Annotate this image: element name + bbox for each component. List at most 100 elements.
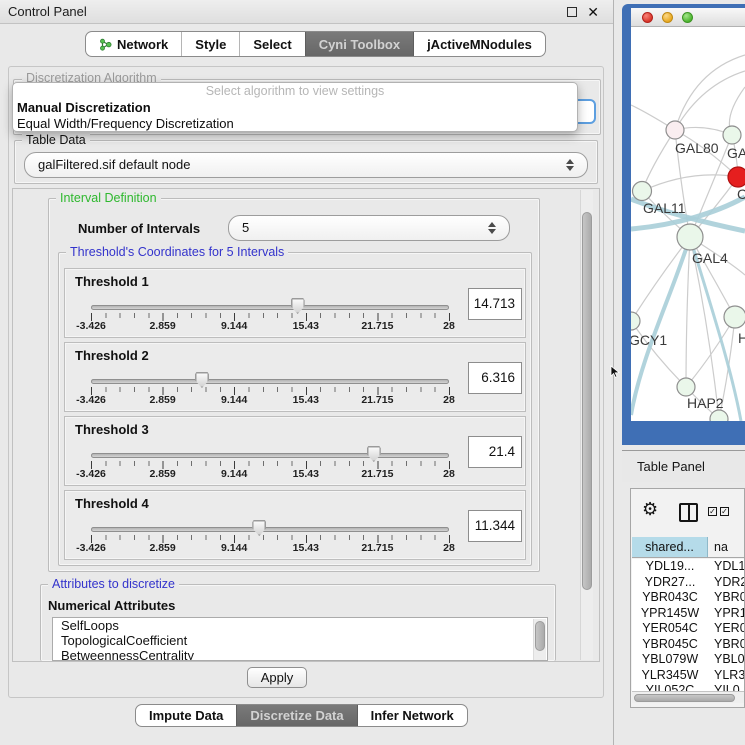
table-row[interactable]: YIL052CYIL0 [632,683,745,691]
slider-thumb[interactable] [252,520,266,536]
threshold-value-field[interactable]: 11.344 [468,510,522,542]
threshold-value-field[interactable]: 21.4 [468,436,522,468]
tab-discretize-data[interactable]: Discretize Data [236,705,356,726]
table-panel-titlebar: Table Panel [622,450,745,482]
table-panel-title: Table Panel [637,451,705,483]
column-header-shared[interactable]: shared... [632,537,708,557]
cell-shared-name: YDL19... [632,559,708,575]
tab-impute-data[interactable]: Impute Data [136,705,236,726]
threshold-label: Threshold 3 [75,422,149,437]
network-edge [642,130,675,191]
mouse-cursor [610,365,620,379]
node-label: H [738,330,745,346]
gal80-node[interactable] [666,121,684,139]
table-data-combo[interactable]: galFiltered.sif default node [24,152,588,178]
tick-label: 2.859 [133,394,193,406]
gal4-node[interactable] [677,224,703,250]
tick-label: 9.144 [204,542,264,554]
split-view-icon[interactable] [679,503,698,522]
close-traffic-light-icon[interactable] [642,12,653,23]
h-node[interactable] [724,306,745,328]
tick-label: 28 [419,468,479,480]
slider-thumb[interactable] [195,372,209,388]
table-row[interactable]: YDR27...YDR2 [632,575,745,591]
control-panel-titlebar: Control Panel ✕ [0,0,613,24]
checkbox-pair-icon[interactable]: ✓✓ [708,507,729,516]
list-item[interactable]: TopologicalCoefficient [53,633,547,648]
list-item[interactable]: BetweennessCentrality [53,648,547,661]
threshold-value-field[interactable]: 6.316 [468,362,522,394]
tab-infer-network[interactable]: Infer Network [357,705,467,726]
slider-track[interactable] [91,527,449,532]
tab-network[interactable]: Network [86,32,181,56]
settings-scrollbar[interactable] [580,190,593,660]
cell-shared-name: YDR27... [632,575,708,591]
cell-shared-name: YBR043C [632,590,708,606]
column-header-name[interactable]: na [708,537,745,557]
table-row[interactable]: YER054CYER0 [632,621,745,637]
tick-label: -3.426 [61,394,121,406]
table-row[interactable]: YDL19...YDL1 [632,559,745,575]
slider-thumb[interactable] [291,298,305,314]
network-window-titlebar [631,8,745,27]
edge-node[interactable] [710,410,728,421]
tab-label: Network [117,33,168,56]
tab-label: jActiveMNodules [427,33,532,56]
hap2-node[interactable] [677,378,695,396]
table-row[interactable]: YLR345WYLR3 [632,668,745,684]
cell-name: YDL1 [708,559,745,575]
table-row[interactable]: YPR145WYPR1 [632,606,745,622]
bottom-tab-bar: Impute DataDiscretize DataInfer Network [135,704,468,727]
tick-label: 21.715 [347,394,407,406]
cell-name: YBR0 [708,590,745,606]
network-view-window: GAL80GACGAL11GAL4GCY1HHAP2 [622,4,745,445]
tab-select[interactable]: Select [239,32,304,56]
close-icon[interactable]: ✕ [587,2,599,22]
cell-name: YDR2 [708,575,745,591]
red-node[interactable] [728,167,745,187]
combo-arrows-icon [488,219,497,237]
tick-label: 28 [419,542,479,554]
numerical-attributes-label: Numerical Attributes [48,598,175,613]
cell-shared-name: YER054C [632,621,708,637]
dropdown-option[interactable]: Manual Discretization [13,100,577,116]
float-window-icon[interactable] [567,7,577,17]
zoom-traffic-light-icon[interactable] [682,12,693,23]
tab-jactivemnodules[interactable]: jActiveMNodules [413,32,545,56]
tick-label: 9.144 [204,320,264,332]
minimize-traffic-light-icon[interactable] [662,12,673,23]
tab-style[interactable]: Style [181,32,239,56]
number-of-intervals-label: Number of Intervals [78,216,200,242]
gcy1-node[interactable] [631,312,640,330]
network-edge [642,175,738,191]
dropdown-option[interactable]: Equal Width/Frequency Discretization [13,116,577,132]
table-hscrollbar[interactable] [632,691,745,703]
slider-track[interactable] [91,379,449,384]
table-row[interactable]: YBL079WYBL0 [632,652,745,668]
apply-button[interactable]: Apply [247,667,307,688]
slider-thumb[interactable] [367,446,381,462]
number-of-intervals-combo[interactable]: 5 [228,215,510,241]
gear-icon[interactable]: ⚙ [642,499,658,520]
node-label: GAL11 [643,200,686,216]
attributes-scrollbar[interactable] [533,619,546,661]
network-graph: GAL80GACGAL11GAL4GCY1HHAP2 [631,27,745,421]
threshold-label: Threshold 4 [75,496,149,511]
network-canvas[interactable]: GAL80GACGAL11GAL4GCY1HHAP2 [631,27,745,421]
combo-arrows-icon [566,156,575,174]
slider-track[interactable] [91,305,449,310]
number-of-intervals-value: 5 [242,220,249,235]
gal11-node[interactable] [633,182,652,201]
gal-node[interactable] [723,126,741,144]
tick-label: 2.859 [133,320,193,332]
table-body: YDL19...YDL1YDR27...YDR2YBR043CYBR0YPR14… [632,559,745,691]
cell-name: YBL0 [708,652,745,668]
tab-cyni-toolbox[interactable]: Cyni Toolbox [305,32,413,56]
list-item[interactable]: SelfLoops [53,618,547,633]
table-row[interactable]: YBR045CYBR0 [632,637,745,653]
numerical-attributes-list[interactable]: SelfLoopsTopologicalCoefficientBetweenne… [52,617,548,661]
tick-label: 9.144 [204,468,264,480]
threshold-value-field[interactable]: 14.713 [468,288,522,320]
slider-track[interactable] [91,453,449,458]
table-row[interactable]: YBR043CYBR0 [632,590,745,606]
